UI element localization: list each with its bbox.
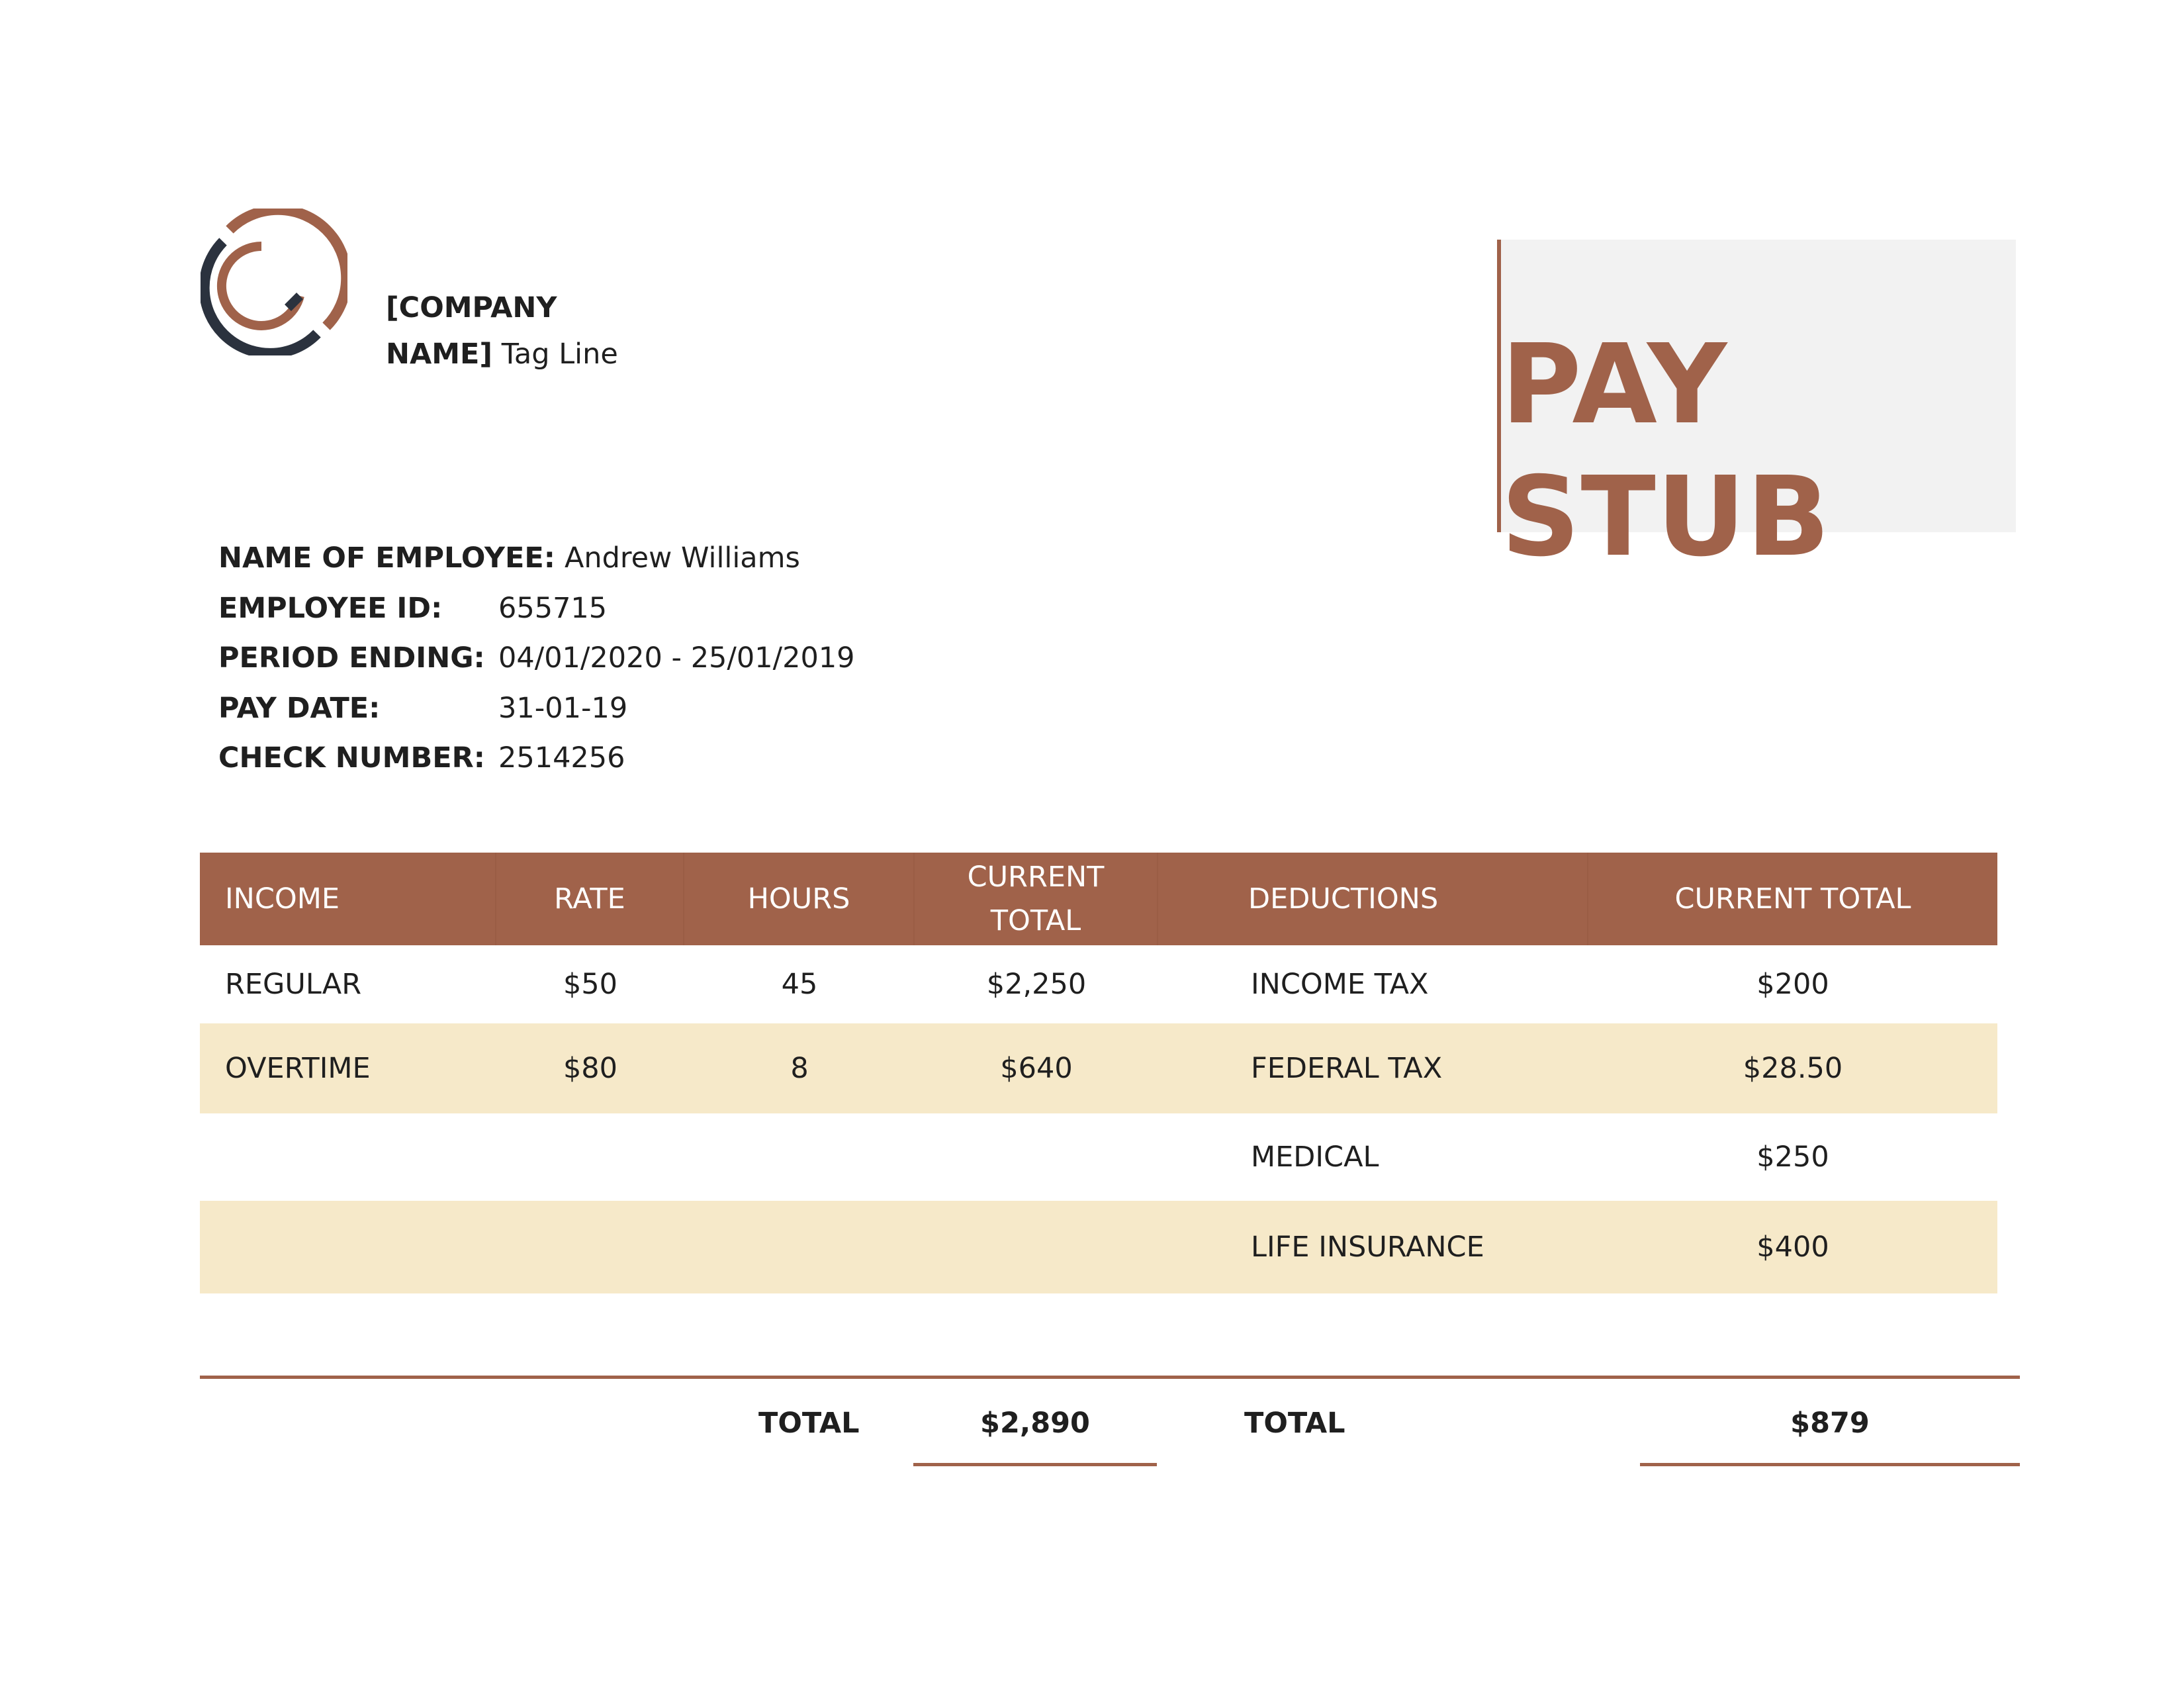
deduction-total-cell: $250 <box>1756 1141 1829 1174</box>
deduction-cell: INCOME TAX <box>1251 968 1429 1001</box>
employee-id-value: 655715 <box>498 591 608 625</box>
income-total-cell: $2,250 <box>986 968 1087 1001</box>
check-number-label: CHECK NUMBER: <box>218 741 485 774</box>
check-number-row: CHECK NUMBER: 2514256 <box>218 733 855 784</box>
deduction-cell: LIFE INSURANCE <box>1251 1231 1484 1264</box>
table-row: LIFE INSURANCE $400 <box>200 1201 1997 1293</box>
deductions-total-label: TOTAL <box>1244 1407 1345 1440</box>
deduction-total-cell: $400 <box>1756 1231 1829 1264</box>
pay-date-value: 31-01-19 <box>498 691 628 725</box>
table-row: OVERTIME $80 8 $640 FEDERAL TAX $28.50 <box>200 1023 1997 1113</box>
deductions-total-value: $879 <box>1790 1407 1870 1440</box>
hours-cell <box>684 1201 915 1293</box>
title-box: PAY STUB <box>1497 240 2016 581</box>
company-name-line1: [COMPANY <box>386 291 557 324</box>
deduction-total-cell: $200 <box>1756 968 1829 1001</box>
period-ending-value: 04/01/2020 - 25/01/2019 <box>498 641 855 675</box>
employee-id-label: EMPLOYEE ID: <box>218 591 443 625</box>
company-tagline: Tag Line <box>501 338 618 371</box>
income-total-underline <box>913 1463 1157 1466</box>
income-total-cell: $640 <box>1000 1052 1073 1085</box>
employee-id-row: EMPLOYEE ID: 655715 <box>218 584 855 634</box>
pay-date-row: PAY DATE: 31-01-19 <box>218 684 855 734</box>
pay-table: INCOME RATE HOURS CURRENT TOTAL DEDUCTION… <box>200 853 1997 1293</box>
header-current-total-line1: CURRENT <box>967 861 1105 894</box>
header-current-total-line2: TOTAL <box>990 904 1081 937</box>
table-header: INCOME RATE HOURS CURRENT TOTAL DEDUCTION… <box>200 853 1997 945</box>
income-cell <box>200 1201 496 1293</box>
table-row: MEDICAL $250 <box>200 1113 1997 1201</box>
rate-cell <box>496 1201 684 1293</box>
deduction-total-cell: $28.50 <box>1743 1052 1843 1085</box>
totals-divider <box>200 1376 2020 1379</box>
hours-cell: 8 <box>790 1052 809 1085</box>
employee-info: NAME OF EMPLOYEE: Andrew Williams EMPLOYE… <box>218 534 855 784</box>
header-deductions: DEDUCTIONS <box>1158 853 1588 945</box>
income-total-value: $2,890 <box>980 1407 1090 1440</box>
income-cell: REGULAR <box>225 968 362 1001</box>
header-hours: HOURS <box>684 853 915 945</box>
company-logo <box>201 209 347 355</box>
period-ending-label: PERIOD ENDING: <box>218 641 485 675</box>
pay-date-label: PAY DATE: <box>218 691 381 725</box>
period-ending-row: PERIOD ENDING: 04/01/2020 - 25/01/2019 <box>218 633 855 684</box>
header-deductions-total: CURRENT TOTAL <box>1674 882 1911 915</box>
employee-name-label: NAME OF EMPLOYEE: <box>218 541 555 575</box>
hours-cell <box>684 1113 915 1201</box>
rate-cell: $80 <box>563 1052 618 1085</box>
deduction-cell: FEDERAL TAX <box>1251 1052 1443 1085</box>
income-cell <box>200 1113 496 1201</box>
document-title: PAY STUB <box>1501 321 1831 581</box>
deduction-cell: MEDICAL <box>1251 1141 1379 1174</box>
income-total-cell <box>915 1201 1158 1293</box>
header-income: INCOME <box>200 853 496 945</box>
header-current-total: CURRENT TOTAL <box>915 853 1158 945</box>
income-cell: OVERTIME <box>225 1052 371 1085</box>
table-row: REGULAR $50 45 $2,250 INCOME TAX $200 <box>200 945 1997 1023</box>
company-block: [COMPANY NAME] Tag Line <box>386 285 618 377</box>
rate-cell <box>496 1113 684 1201</box>
income-total-label: TOTAL <box>758 1407 860 1440</box>
employee-name-value: Andrew Williams <box>564 541 800 575</box>
totals-row: TOTAL $2,890 TOTAL $879 <box>0 1397 2184 1450</box>
rate-cell: $50 <box>563 968 618 1001</box>
deductions-total-underline <box>1640 1463 2020 1466</box>
company-name-line2: NAME] <box>386 338 493 371</box>
employee-name-row: NAME OF EMPLOYEE: Andrew Williams <box>218 534 855 584</box>
logo-outer-arc <box>226 209 347 330</box>
hours-cell: 45 <box>781 968 818 1001</box>
logo-inner-arc <box>216 242 304 330</box>
check-number-value: 2514256 <box>498 741 625 774</box>
income-total-cell <box>915 1113 1158 1201</box>
header-rate: RATE <box>496 853 684 945</box>
